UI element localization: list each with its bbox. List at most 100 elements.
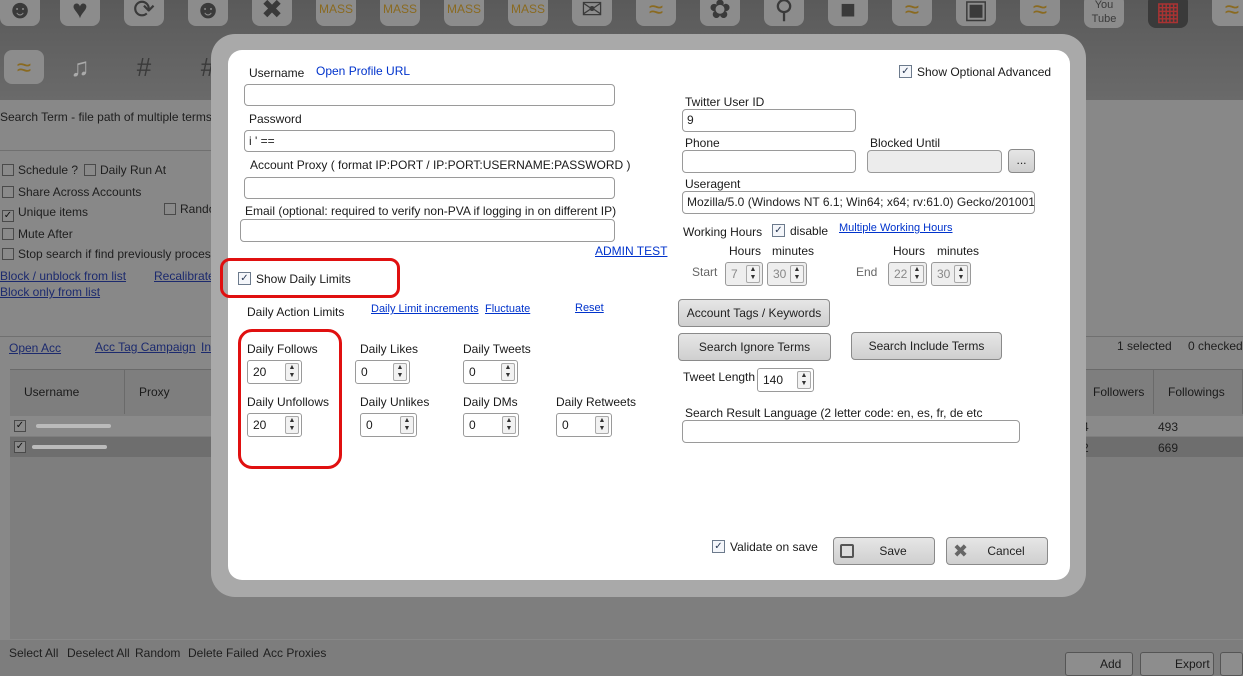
mail-icon[interactable]: ✉ [572,0,612,26]
username-input[interactable] [244,84,615,106]
checkbox[interactable] [2,164,14,176]
column-header-followers[interactable]: Followers [1078,370,1154,414]
daily-limit-increments-link[interactable]: Daily Limit increments [371,303,479,315]
spin-arrows-icon[interactable]: ▲ ▼ [595,416,609,434]
export-button[interactable]: Export [1140,652,1214,676]
spin-arrows-icon[interactable]: ▲ ▼ [910,265,924,283]
rss-icon[interactable]: ≈ [4,50,44,84]
blocked-until-input[interactable] [867,150,1002,173]
search-result-language-input[interactable] [682,420,1020,443]
in-link[interactable]: In [201,340,211,354]
disable-working-hours-checkbox[interactable]: ✓ [772,224,785,237]
share-across-checkbox[interactable]: Share Across Accounts [2,185,141,199]
checkbox[interactable] [84,164,96,176]
spin-arrows-icon[interactable]: ▲ ▼ [746,265,760,283]
daily-follows-stepper[interactable]: 20 ▲ ▼ [247,360,302,384]
block-unblock-link[interactable]: Block / unblock from list [0,269,126,283]
start-minutes-stepper[interactable]: 30 ▲ ▼ [767,262,807,286]
start-hours-stepper[interactable]: 7 ▲ ▼ [725,262,763,286]
save-button[interactable]: Save [833,537,935,565]
checkbox[interactable]: ✓ [2,210,14,222]
add-button[interactable]: Add [1065,652,1133,676]
rss-icon[interactable]: ≈ [1212,0,1243,26]
validate-on-save-checkbox[interactable]: ✓ [712,540,725,553]
deselect-all-link[interactable]: Deselect All [67,646,130,660]
phone-input[interactable] [682,150,856,173]
random-checkbox[interactable]: Rando [164,202,215,216]
checkbox[interactable] [164,203,176,215]
checkbox[interactable] [2,248,14,260]
spin-arrows-icon[interactable]: ▲ ▼ [954,265,968,283]
reset-link[interactable]: Reset [575,302,604,314]
mute-after-checkbox[interactable]: Mute After [2,227,73,241]
acc-tag-campaign-link[interactable]: Acc Tag Campaign [95,340,196,354]
youtube-icon[interactable]: You Tube [1084,0,1124,28]
spin-arrows-icon[interactable]: ▲ ▼ [285,363,299,381]
contact-icon[interactable]: ■ [828,0,868,26]
daily-dms-stepper[interactable]: 0 ▲ ▼ [463,413,519,437]
spin-arrows-icon[interactable]: ▲ ▼ [285,416,299,434]
admin-test-link[interactable]: ADMIN TEST [595,244,667,258]
spin-arrows-icon[interactable]: ▲ ▼ [790,265,804,283]
select-all-link[interactable]: Select All [9,646,58,660]
spin-arrows-icon[interactable]: ▲ ▼ [797,371,811,389]
tweet-length-stepper[interactable]: 140 ▲ ▼ [757,368,814,392]
schedule-checkbox[interactable]: Schedule ? [2,163,78,177]
search-ignore-terms-button[interactable]: Search Ignore Terms [678,333,831,361]
multiple-working-hours-link[interactable]: Multiple Working Hours [839,222,953,234]
heart-icon[interactable]: ♥ [60,0,100,26]
password-input[interactable]: i ' == [244,130,615,152]
stop-search-checkbox[interactable]: Stop search if find previously process [2,247,217,261]
useragent-input[interactable]: Mozilla/5.0 (Windows NT 6.1; Win64; x64;… [682,191,1035,214]
daily-retweets-stepper[interactable]: 0 ▲ ▼ [556,413,612,437]
row-checkbox[interactable]: ✓ [14,420,26,432]
rss-icon[interactable]: ≈ [892,0,932,26]
mass-icon[interactable]: MASS [316,0,356,26]
checkbox[interactable] [2,228,14,240]
spin-arrows-icon[interactable]: ▲ ▼ [502,416,516,434]
more-button[interactable] [1220,652,1243,676]
column-header-username[interactable]: Username [10,370,125,414]
open-acc-link[interactable]: Open Acc [9,341,61,355]
proxy-input[interactable] [244,177,615,199]
cancel-button[interactable]: ✖ Cancel [946,537,1048,565]
end-minutes-stepper[interactable]: 30 ▲ ▼ [931,262,971,286]
date-picker-button[interactable]: ... [1008,149,1035,173]
twitter-icon[interactable]: ✿ [700,0,740,26]
search-include-terms-button[interactable]: Search Include Terms [851,332,1002,360]
mass-icon[interactable]: MASS [508,0,548,26]
spin-arrows-icon[interactable]: ▲ ▼ [400,416,414,434]
user-icon[interactable]: ☻ [0,0,40,26]
unique-items-checkbox[interactable]: ✓ Unique items [2,205,88,222]
image-icon[interactable]: ▣ [956,0,996,26]
checkbox[interactable] [2,186,14,198]
search-icon[interactable]: ⚲ [764,0,804,26]
account-tags-keywords-button[interactable]: Account Tags / Keywords [678,299,830,327]
block-only-link[interactable]: Block only from list [0,285,100,299]
email-input[interactable] [240,219,615,242]
column-header-followings[interactable]: Followings [1154,370,1243,414]
show-optional-advanced-checkbox[interactable]: ✓ [899,65,912,78]
fluctuate-link[interactable]: Fluctuate [485,303,530,315]
daily-likes-stepper[interactable]: 0 ▲ ▼ [355,360,410,384]
user-gear-icon[interactable]: ☻ [188,0,228,26]
hash-icon[interactable]: # [124,50,164,84]
rss-icon[interactable]: ≈ [636,0,676,26]
row-checkbox[interactable]: ✓ [14,441,26,453]
daily-run-at-checkbox[interactable]: Daily Run At [84,163,166,177]
close-icon[interactable]: ✖ [252,0,292,26]
random-link[interactable]: Random [135,646,180,660]
show-daily-limits-checkbox[interactable]: ✓ [238,272,251,285]
end-hours-stepper[interactable]: 22 ▲ ▼ [888,262,927,286]
mass-icon[interactable]: MASS [380,0,420,26]
column-header-proxy[interactable]: Proxy [125,370,225,414]
delete-failed-link[interactable]: Delete Failed [188,646,259,660]
rss-icon[interactable]: ≈ [1020,0,1060,26]
daily-tweets-stepper[interactable]: 0 ▲ ▼ [463,360,518,384]
daily-unlikes-stepper[interactable]: 0 ▲ ▼ [360,413,417,437]
spin-arrows-icon[interactable]: ▲ ▼ [393,363,407,381]
acc-proxies-link[interactable]: Acc Proxies [263,646,326,660]
daily-unfollows-stepper[interactable]: 20 ▲ ▼ [247,413,302,437]
music-icon[interactable]: ♫ [60,50,100,84]
refresh-icon[interactable]: ⟳ [124,0,164,26]
